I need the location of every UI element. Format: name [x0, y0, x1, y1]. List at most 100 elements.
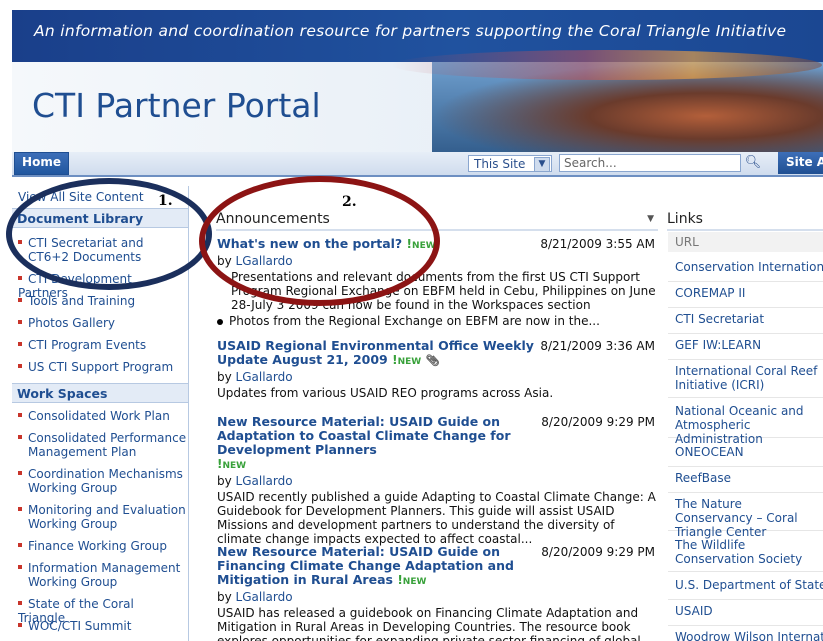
new-label: NEW [412, 241, 436, 251]
announcements-header: Announcements ▼ [216, 210, 658, 231]
search-icon[interactable]: 🔍︎ [742, 154, 764, 172]
nav-item-photos-gallery[interactable]: Photos Gallery [18, 316, 178, 330]
author-link[interactable]: LGallardo [236, 474, 293, 488]
by-label: by [217, 474, 232, 488]
announcement-date: 8/21/2009 3:55 AM [540, 237, 655, 251]
link-item[interactable]: GEF IW:LEARN [668, 338, 823, 360]
link-item[interactable]: USAID [668, 604, 823, 626]
link-item[interactable]: The Wildlife Conservation Society [668, 538, 823, 572]
link-item[interactable]: U.S. Department of State [668, 578, 823, 600]
bullet [18, 275, 22, 280]
link-item[interactable]: CTI Secretariat [668, 312, 823, 334]
link-label[interactable]: ONEOCEAN [675, 445, 744, 459]
links-header[interactable]: Links [667, 210, 823, 231]
link-item[interactable]: ReefBase [668, 471, 823, 493]
link-item[interactable]: International Coral Reef Initiative (ICR… [668, 364, 823, 398]
nav-item-tools-training[interactable]: Tools and Training [18, 294, 178, 308]
announcement-title-link[interactable]: New Resource Material: USAID Guide on Fi… [217, 544, 514, 587]
link-label[interactable]: USAID [675, 604, 713, 618]
nav-item-work-plan[interactable]: Consolidated Work Plan [18, 409, 178, 423]
link-label[interactable]: International Coral Reef Initiative (ICR… [675, 364, 817, 392]
author-link[interactable]: LGallardo [236, 590, 293, 604]
nav-item-us-cti-support[interactable]: US CTI Support Program [18, 360, 178, 374]
tab-home[interactable]: Home [14, 152, 69, 175]
author-link[interactable]: LGallardo [236, 370, 293, 384]
search-input[interactable]: Search... [559, 154, 741, 172]
link-label[interactable]: U.S. Department of State [675, 578, 823, 592]
link-item[interactable]: Conservation International [668, 260, 823, 282]
chevron-down-icon[interactable]: ▼ [534, 157, 550, 172]
announcement-body-text: Photos from the Regional Exchange on EBF… [229, 314, 600, 328]
url-column-header[interactable]: URL [668, 232, 823, 252]
site-title[interactable]: CTI Partner Portal [32, 86, 321, 125]
by-label: by [217, 254, 232, 268]
bullet [18, 622, 22, 627]
search-scope-select[interactable]: This Site ▼ [468, 155, 552, 172]
by-label: by [217, 590, 232, 604]
bullet [18, 434, 22, 439]
announcement-title-link[interactable]: USAID Regional Environmental Office Week… [217, 338, 534, 367]
nav-item-label: Coordination Mechanisms Working Group [28, 467, 183, 495]
nav-item-information-management[interactable]: Information Management Working Group [18, 561, 188, 589]
announcement-body: USAID has released a guidebook on Financ… [217, 606, 641, 641]
nav-item-coordination-mechanisms[interactable]: Coordination Mechanisms Working Group [18, 467, 188, 495]
nav-item-finance[interactable]: Finance Working Group [18, 539, 178, 553]
link-item[interactable]: ONEOCEAN [668, 445, 823, 467]
announcement-date: 8/21/2009 3:36 AM [540, 339, 655, 353]
nav-item-label: Finance Working Group [28, 539, 168, 553]
nav-item-monitoring-evaluation[interactable]: Monitoring and Evaluation Working Group [18, 503, 188, 531]
bullet-dot [217, 319, 223, 325]
announcement-item: What's new on the portal? !NEW 8/21/2009… [217, 237, 657, 328]
link-item[interactable]: Woodrow Wilson International [668, 630, 823, 641]
link-label[interactable]: COREMAP II [675, 286, 745, 300]
quick-launch: View All Site Content Document Library C… [12, 186, 189, 641]
nav-item-label: CTI Program Events [28, 338, 147, 352]
announcement-item: New Resource Material: USAID Guide on Ad… [217, 414, 657, 547]
nav-item-label: WOC/CTI Summit [28, 619, 132, 633]
nav-item-label: CTI Secretariat and CT6+2 Documents [28, 236, 144, 264]
nav-item-label: Consolidated Work Plan [28, 409, 170, 423]
link-item[interactable]: COREMAP II [668, 286, 823, 308]
new-label: NEW [397, 357, 422, 367]
nav-item-label: Consolidated Performance Management Plan [28, 431, 187, 459]
link-label[interactable]: Conservation International [675, 260, 823, 274]
link-label[interactable]: GEF IW:LEARN [675, 338, 761, 352]
view-all-site-content-link[interactable]: View All Site Content [18, 190, 144, 204]
new-badge: !NEW [406, 237, 436, 251]
tagline: An information and coordination resource… [34, 22, 787, 40]
link-item[interactable]: National Oceanic and Atmospheric Adminis… [668, 404, 823, 446]
link-item[interactable]: The Nature Conservancy – Coral Triangle … [668, 497, 823, 539]
announcement-body: Updates from various USAID REO programs … [217, 386, 554, 400]
doc-library-header[interactable]: Document Library [12, 208, 188, 228]
site-actions-menu[interactable]: Site Actions [778, 152, 823, 174]
bullet [18, 542, 22, 547]
workspaces-header[interactable]: Work Spaces [12, 383, 188, 403]
link-label[interactable]: Woodrow Wilson International [675, 630, 823, 641]
fish-school-image [392, 50, 822, 80]
author-link[interactable]: LGallardo [236, 254, 293, 268]
link-label[interactable]: ReefBase [675, 471, 731, 485]
announcement-title-link[interactable]: What's new on the portal? [217, 236, 402, 251]
new-badge: !NEW [392, 353, 422, 367]
bullet [18, 412, 22, 417]
nav-item-woc-cti-summit[interactable]: WOC/CTI Summit [18, 619, 178, 633]
annotation-label-1: 1. [158, 193, 173, 209]
bullet [18, 363, 22, 368]
link-label[interactable]: CTI Secretariat [675, 312, 764, 326]
new-label: NEW [402, 577, 427, 587]
chevron-down-icon[interactable]: ▼ [647, 210, 654, 229]
top-nav-bar: Home This Site ▼ Search... 🔍︎ Site Actio… [12, 152, 823, 177]
attachment-icon: 📎︎ [425, 354, 440, 367]
nav-item-label: Tools and Training [28, 294, 136, 308]
announcement-byline: by LGallardo [217, 590, 657, 604]
announcement-title-link[interactable]: New Resource Material: USAID Guide on Ad… [217, 414, 511, 457]
announcements-title[interactable]: Announcements [216, 211, 330, 227]
annotation-label-2: 2. [342, 194, 357, 210]
nav-item-cti-secretariat[interactable]: CTI Secretariat and CT6+2 Documents [18, 236, 188, 264]
nav-item-program-events[interactable]: CTI Program Events [18, 338, 178, 352]
bullet [18, 297, 22, 302]
search-scope-value: This Site [474, 157, 526, 171]
link-label[interactable]: The Wildlife Conservation Society [675, 538, 802, 566]
announcement-byline: by LGallardo [217, 474, 657, 488]
nav-item-performance-plan[interactable]: Consolidated Performance Management Plan [18, 431, 188, 459]
